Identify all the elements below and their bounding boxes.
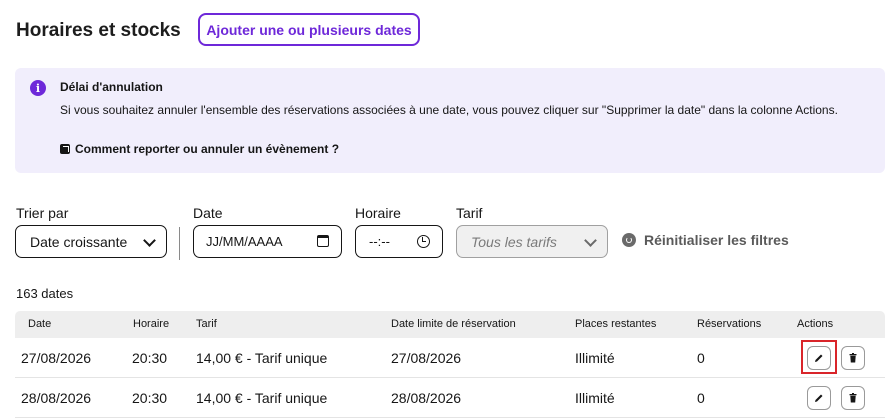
edit-button[interactable] xyxy=(807,346,831,370)
cell-time: 20:30 xyxy=(132,390,168,406)
chevron-down-icon xyxy=(584,234,597,247)
cell-places: Illimité xyxy=(575,390,615,406)
cell-deadline: 27/08/2026 xyxy=(391,350,462,366)
cell-tarif: 14,00 € - Tarif unique xyxy=(196,350,328,366)
page-title: Horaires et stocks xyxy=(16,20,181,41)
cell-deadline: 28/08/2026 xyxy=(391,390,462,406)
column-header-deadline: Date limite de réservation xyxy=(391,318,516,330)
column-header-actions: Actions xyxy=(797,318,834,330)
cell-reservations: 0 xyxy=(697,390,705,406)
chevron-down-icon xyxy=(143,234,156,247)
delete-button[interactable] xyxy=(841,346,865,370)
cell-time: 20:30 xyxy=(132,350,168,366)
dates-count: 163 dates xyxy=(16,286,74,301)
date-placeholder: JJ/MM/AAAA xyxy=(206,234,283,249)
info-box: i Délai d'annulation Si vous souhaitez a… xyxy=(15,68,885,173)
reset-icon[interactable] xyxy=(622,233,636,247)
tarif-select[interactable]: Tous les tarifs xyxy=(456,225,608,258)
info-title: Délai d'annulation xyxy=(60,80,163,94)
info-icon: i xyxy=(30,80,46,96)
edit-button[interactable] xyxy=(807,386,831,410)
cell-tarif: 14,00 € - Tarif unique xyxy=(196,390,328,406)
time-placeholder: --:-- xyxy=(369,234,390,249)
help-link[interactable]: Comment reporter ou annuler un évènement… xyxy=(75,142,339,156)
cell-places: Illimité xyxy=(575,350,615,366)
sort-select[interactable]: Date croissante xyxy=(15,225,167,258)
cell-date: 27/08/2026 xyxy=(21,350,92,366)
pencil-icon xyxy=(815,354,823,362)
tarif-value: Tous les tarifs xyxy=(471,233,557,250)
column-header-date: Date xyxy=(28,318,52,330)
cell-reservations: 0 xyxy=(697,350,705,366)
info-text: Si vous souhaitez annuler l'ensemble des… xyxy=(60,103,838,117)
external-link-icon xyxy=(60,144,70,154)
time-input[interactable]: --:-- xyxy=(355,225,443,258)
table-header: Date Horaire Tarif Date limite de réserv… xyxy=(15,311,885,338)
column-header-reservations: Réservations xyxy=(697,318,762,330)
reset-filters-button[interactable]: Réinitialiser les filtres xyxy=(644,232,789,248)
tarif-label: Tarif xyxy=(456,205,483,221)
time-label: Horaire xyxy=(355,205,401,221)
trash-icon xyxy=(849,393,857,403)
sort-value: Date croissante xyxy=(30,233,128,250)
clock-icon[interactable] xyxy=(417,235,430,248)
cell-date: 28/08/2026 xyxy=(21,390,92,406)
filter-divider xyxy=(179,227,180,260)
table-row: 28/08/2026 20:30 14,00 € - Tarif unique … xyxy=(15,378,885,418)
trash-icon xyxy=(849,353,857,363)
date-label: Date xyxy=(193,205,223,221)
calendar-icon[interactable] xyxy=(317,235,329,247)
date-input[interactable]: JJ/MM/AAAA xyxy=(193,225,342,258)
column-header-tarif: Tarif xyxy=(196,318,217,330)
column-header-time: Horaire xyxy=(133,318,170,330)
table-row: 27/08/2026 20:30 14,00 € - Tarif unique … xyxy=(15,338,885,378)
pencil-icon xyxy=(815,394,823,402)
column-header-places: Places restantes xyxy=(575,318,657,330)
delete-button[interactable] xyxy=(841,386,865,410)
sort-label: Trier par xyxy=(16,205,69,221)
add-dates-button[interactable]: Ajouter une ou plusieurs dates xyxy=(198,13,420,46)
